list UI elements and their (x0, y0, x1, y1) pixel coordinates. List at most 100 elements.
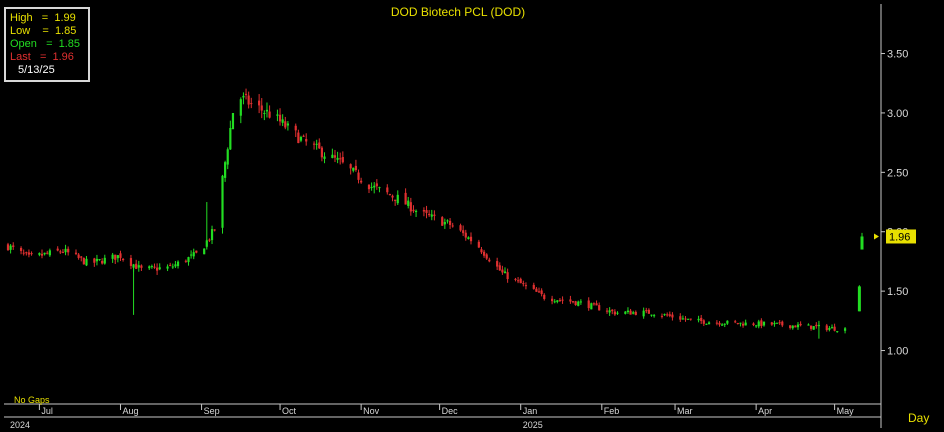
candle-body (25, 252, 28, 254)
candle-body (297, 132, 300, 144)
candle-body (498, 265, 501, 271)
candle-body (624, 311, 627, 314)
candle-body (809, 325, 813, 329)
candle-body (752, 323, 755, 326)
x-tick-label: Apr (758, 406, 772, 416)
candle-body (592, 303, 596, 305)
low-readout: Low = 1.85 (10, 25, 77, 37)
candle-body (336, 157, 339, 160)
candle-body (404, 192, 407, 205)
candle-body (702, 320, 705, 324)
period-label: Day (908, 411, 929, 425)
candle-body (77, 254, 80, 258)
candle-body (80, 256, 83, 258)
candle-body (422, 210, 426, 212)
candle-body (137, 265, 140, 268)
candle-body (407, 200, 410, 206)
candle-body (485, 254, 488, 259)
candle-body (294, 125, 297, 131)
candle-body (67, 248, 70, 253)
candle-body (250, 103, 253, 105)
candle-body (9, 245, 12, 250)
candle-body (213, 229, 216, 231)
candle-body (184, 260, 187, 262)
y-tick-label: 1.00 (887, 346, 908, 358)
final-candle-body (860, 236, 864, 250)
x-tick-label: Aug (122, 406, 138, 416)
candle-body (535, 288, 538, 292)
open-readout: Open = 1.85 (10, 38, 81, 50)
candle-body (613, 311, 616, 315)
candle-body (482, 251, 486, 256)
candle-body (833, 326, 836, 331)
candle-body (187, 257, 190, 263)
candle-body (150, 266, 153, 268)
candle-body (281, 119, 284, 123)
candle-body (553, 301, 556, 303)
candle-body (503, 271, 507, 274)
candle-body (441, 217, 444, 226)
candle-body (812, 326, 815, 330)
candle-body (755, 325, 758, 327)
candle-body (681, 318, 684, 320)
candle-body (778, 322, 781, 324)
candle-body (129, 258, 133, 266)
candle-body (611, 309, 614, 312)
candle-body (451, 225, 454, 227)
candle-body (121, 258, 125, 260)
candle-body (616, 312, 619, 314)
candle-body (522, 283, 525, 285)
candle-body (448, 220, 452, 225)
candle-body (114, 254, 117, 260)
candle-body (331, 154, 334, 158)
candle-body (360, 180, 363, 183)
x-tick-label: May (837, 406, 855, 416)
candle-body (244, 93, 248, 95)
candle-body (532, 284, 535, 289)
candle-body (276, 114, 279, 116)
candle-body (286, 123, 289, 126)
candle-body (668, 314, 671, 316)
candle-body (647, 309, 650, 314)
candle-body (412, 209, 415, 212)
candle-body (312, 143, 316, 145)
candle-body (571, 301, 575, 303)
candle-body (569, 299, 572, 302)
x-tick-label: Jan (523, 406, 538, 416)
x-tick-label: Sep (204, 406, 220, 416)
candle-body (43, 252, 46, 255)
candle-body (705, 323, 708, 325)
final-candle-body (857, 286, 861, 312)
candle-body (6, 244, 10, 251)
candle-body (93, 258, 96, 263)
candle-body (111, 254, 114, 259)
candle-body (799, 323, 802, 326)
candle-body (370, 186, 373, 188)
candle-body (156, 267, 159, 271)
candle-body (140, 265, 143, 268)
candle-body (843, 328, 847, 331)
candle-body (169, 264, 172, 266)
candle-body (770, 322, 773, 325)
high-readout: High = 1.99 (10, 12, 76, 24)
candle-body (12, 245, 15, 247)
candle-body (190, 254, 193, 256)
candle-body (660, 315, 664, 317)
candle-body (689, 318, 692, 320)
candle-body (781, 321, 784, 326)
candle-body (174, 264, 177, 267)
candle-body (305, 139, 308, 142)
candle-body (598, 305, 601, 311)
candle-body (85, 258, 88, 266)
x-tick-label: Feb (604, 406, 620, 416)
candle-body (357, 172, 360, 180)
candle-body (496, 261, 499, 267)
candle-body (707, 322, 711, 325)
candle-body (514, 278, 517, 280)
candle-body (30, 253, 33, 255)
candle-body (671, 314, 674, 318)
y-tick-label: 1.50 (887, 286, 908, 298)
candle-body (721, 324, 724, 326)
candle-body (278, 114, 282, 122)
candle-body (428, 213, 431, 216)
